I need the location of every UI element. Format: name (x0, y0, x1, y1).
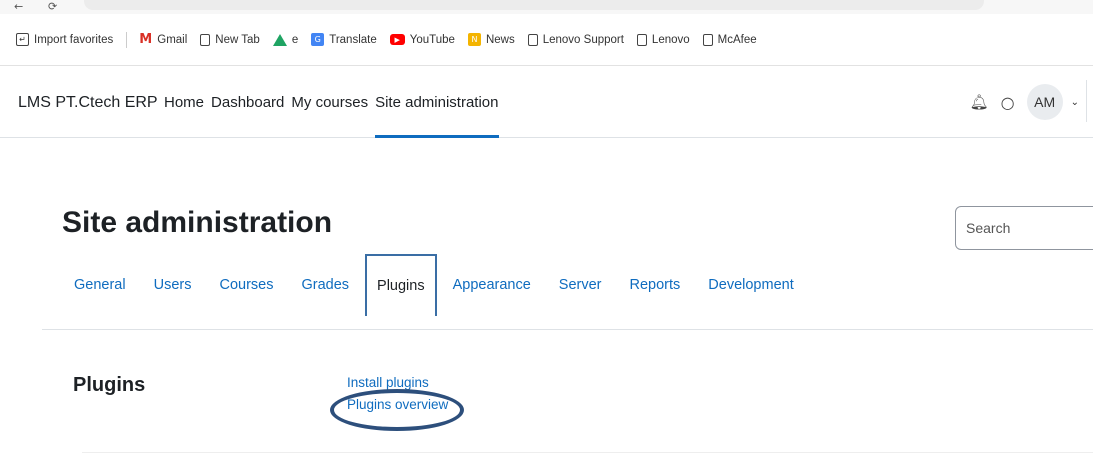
nav-site-administration[interactable]: Site administration (375, 66, 499, 138)
search-input[interactable] (955, 206, 1093, 250)
file-icon (527, 33, 538, 46)
file-icon (636, 33, 647, 46)
tab-users[interactable]: Users (142, 254, 204, 316)
reload-icon[interactable]: ⟳ (48, 0, 57, 13)
bookmark-label: Gmail (157, 33, 188, 46)
translate-icon: G (311, 33, 325, 46)
youtube-icon: ▶ (389, 34, 405, 45)
bookmark-lenovo[interactable]: Lenovo (636, 33, 690, 46)
plugins-links: Install plugins Plugins overview (347, 372, 448, 416)
news-icon: N (467, 33, 481, 46)
chevron-down-icon[interactable]: ⌄ (1071, 97, 1079, 108)
tabs-divider (42, 329, 1093, 330)
bookmark-label: Import favorites (34, 33, 114, 46)
site-navbar: LMS PT.Ctech ERP Home Dashboard My cours… (0, 66, 1093, 138)
tab-general[interactable]: General (62, 254, 138, 316)
page-title: Site administration (62, 206, 333, 239)
file-icon (702, 33, 713, 46)
bookmark-drive[interactable]: e (272, 33, 299, 46)
bell-icon[interactable]: 🔔︎ (970, 93, 989, 111)
bookmarks-bar: ↵ Import favorites M Gmail New Tab e G T… (0, 14, 1093, 66)
tab-appearance[interactable]: Appearance (441, 254, 543, 316)
back-arrow-icon[interactable]: ← (14, 0, 23, 13)
address-bar[interactable] (84, 0, 984, 10)
bookmark-label: e (291, 33, 299, 46)
navbar-divider (1086, 80, 1087, 122)
bookmark-gmail[interactable]: M Gmail (139, 32, 188, 47)
tab-grades[interactable]: Grades (289, 254, 361, 316)
bookmark-youtube[interactable]: ▶ YouTube (389, 33, 455, 46)
bookmark-label: Lenovo (651, 33, 690, 46)
bookmark-label: YouTube (409, 33, 455, 46)
tab-reports[interactable]: Reports (618, 254, 693, 316)
bookmark-new-tab[interactable]: New Tab (200, 33, 260, 46)
bookmark-label: Translate (329, 33, 377, 46)
tab-courses[interactable]: Courses (207, 254, 285, 316)
bookmark-translate[interactable]: G Translate (311, 33, 377, 46)
chat-icon[interactable]: ○ (1001, 93, 1015, 112)
bookmark-lenovo-support[interactable]: Lenovo Support (527, 33, 624, 46)
gmail-icon: M (139, 32, 153, 47)
nav-home[interactable]: Home (164, 66, 204, 138)
install-plugins-link[interactable]: Install plugins (347, 372, 448, 394)
file-icon (200, 33, 211, 46)
site-brand[interactable]: LMS PT.Ctech ERP (18, 94, 158, 112)
bookmark-label: Lenovo Support (542, 33, 624, 46)
nav-dashboard[interactable]: Dashboard (211, 66, 284, 138)
bookmark-mcafee[interactable]: McAfee (702, 33, 757, 46)
tab-plugins[interactable]: Plugins (365, 254, 437, 316)
bookmark-separator (126, 31, 128, 48)
plugins-overview-link[interactable]: Plugins overview (347, 394, 448, 416)
google-drive-icon (272, 33, 287, 46)
tab-server[interactable]: Server (547, 254, 614, 316)
browser-toolbar: ← ⟳ (0, 0, 1093, 14)
avatar-initials: AM (1034, 94, 1056, 110)
primary-navigation: Home Dashboard My courses Site administr… (164, 66, 506, 138)
user-menu-area: 🔔︎ ○ AM ⌄ (970, 84, 1079, 120)
tab-development[interactable]: Development (696, 254, 805, 316)
import-icon: ↵ (16, 33, 29, 46)
bookmark-import-favorites[interactable]: ↵ Import favorites (16, 33, 113, 46)
section-title-plugins: Plugins (73, 374, 146, 396)
bookmark-news[interactable]: N News (467, 33, 515, 46)
bookmark-label: News (485, 33, 515, 46)
nav-my-courses[interactable]: My courses (291, 66, 368, 138)
bookmark-label: New Tab (215, 33, 260, 46)
admin-tabs: General Users Courses Grades Plugins App… (62, 254, 810, 316)
avatar[interactable]: AM (1026, 84, 1063, 120)
bookmark-label: McAfee (717, 33, 757, 46)
